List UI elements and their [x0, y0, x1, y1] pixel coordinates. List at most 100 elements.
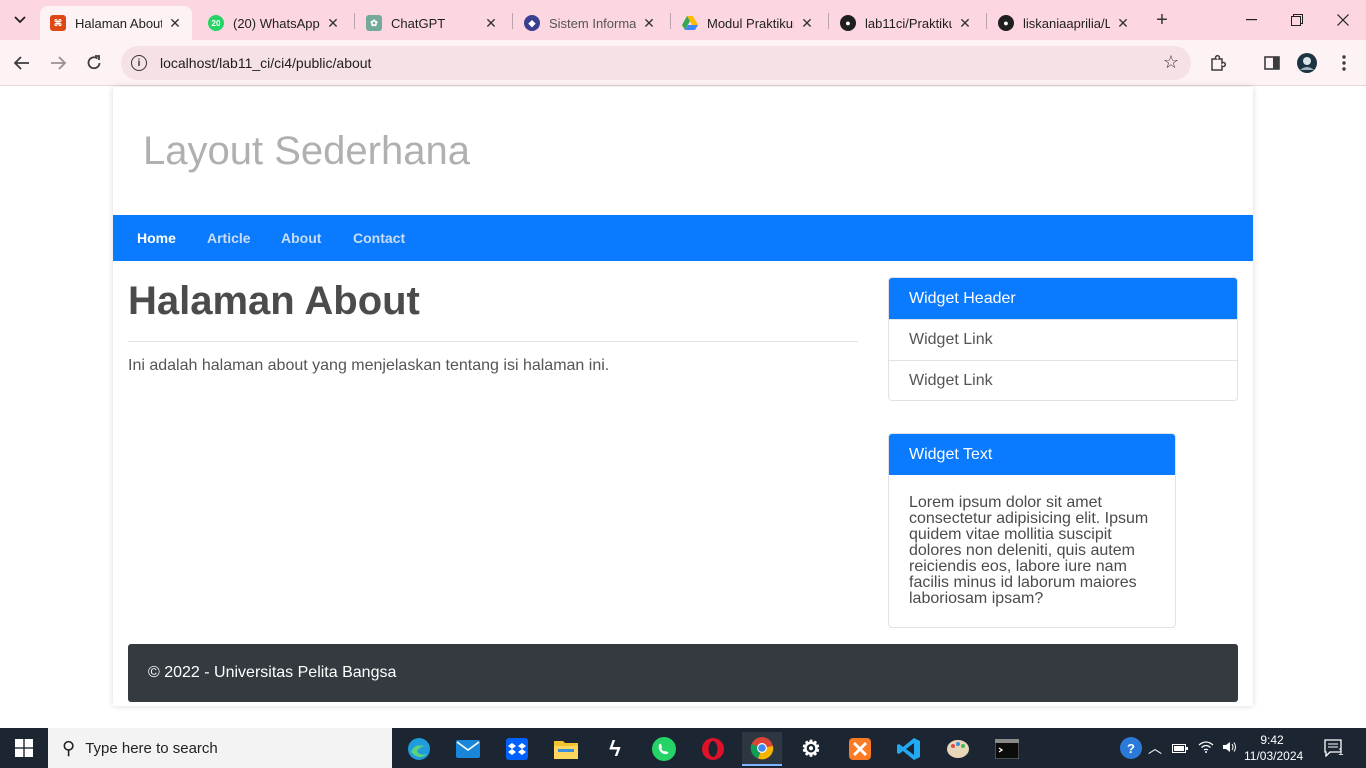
- site-title: Layout Sederhana: [143, 129, 470, 173]
- close-tab-icon[interactable]: ✕: [326, 15, 340, 32]
- sublime-lightning-icon[interactable]: ϟ: [595, 732, 635, 766]
- tab-separator: [512, 13, 513, 29]
- edge-browser-icon[interactable]: [399, 732, 439, 766]
- page-heading: Halaman About: [128, 279, 420, 323]
- dropbox-icon[interactable]: [497, 732, 537, 766]
- clock-time: 9:42: [1260, 733, 1284, 747]
- system-clock[interactable]: 9:42 11/03/2024: [1244, 732, 1304, 764]
- tab-modul-praktikum[interactable]: Modul Praktikum ✕: [672, 6, 824, 40]
- chevron-up-icon[interactable]: ︿: [1148, 738, 1162, 758]
- close-window-icon[interactable]: [1320, 0, 1366, 40]
- widget-text-body: Lorem ipsum dolor sit amet consectetur a…: [909, 494, 1149, 607]
- main-navbar: Home Article About Contact: [113, 215, 1253, 261]
- wifi-icon[interactable]: [1198, 740, 1214, 756]
- notification-center-icon[interactable]: 1: [1324, 728, 1344, 768]
- opera-icon[interactable]: [693, 732, 733, 766]
- volume-icon[interactable]: [1222, 741, 1238, 756]
- side-panel-icon[interactable]: [1261, 52, 1283, 74]
- tab-liskaniaaprilia[interactable]: ● liskaniaaprilia/La ✕: [988, 6, 1140, 40]
- tab-sistem-informasi[interactable]: ◆ Sistem Informasi ✕: [514, 6, 666, 40]
- widget-link[interactable]: Widget Link: [889, 319, 1237, 360]
- tab-separator: [828, 13, 829, 29]
- file-explorer-icon[interactable]: [546, 732, 586, 766]
- url-text: localhost/lab11_ci/ci4/public/about: [160, 55, 372, 71]
- widget-links-box: Widget Header Widget Link Widget Link: [888, 277, 1238, 401]
- terminal-icon[interactable]: [987, 732, 1027, 766]
- new-tab-plus-icon[interactable]: +: [1150, 8, 1174, 32]
- help-icon[interactable]: ?: [1120, 737, 1142, 759]
- site-info-icon[interactable]: i: [131, 55, 147, 71]
- clock-date: 11/03/2024: [1244, 749, 1304, 763]
- extensions-puzzle-icon[interactable]: [1207, 52, 1229, 74]
- tab-title: Modul Praktikum: [707, 15, 794, 31]
- page-viewport: Layout Sederhana Home Article About Cont…: [0, 87, 1366, 728]
- tab-title: Halaman About: [75, 15, 162, 31]
- widget-text-box: Widget Text Lorem ipsum dolor sit amet c…: [888, 433, 1176, 628]
- whatsapp-icon: 20: [208, 15, 224, 31]
- heading-divider: [128, 341, 858, 342]
- site-header: Layout Sederhana: [113, 87, 1253, 215]
- nav-contact-link[interactable]: Contact: [353, 230, 405, 246]
- codeigniter-icon: ⌘: [50, 15, 66, 31]
- vscode-icon[interactable]: [889, 732, 929, 766]
- tab-halaman-about[interactable]: ⌘ Halaman About ✕: [40, 6, 192, 40]
- widget-link[interactable]: Widget Link: [889, 360, 1237, 400]
- tab-title: ChatGPT: [391, 15, 446, 31]
- tab-title: (20) WhatsApp: [233, 15, 320, 31]
- chrome-icon[interactable]: [742, 732, 782, 766]
- close-tab-icon[interactable]: ✕: [168, 15, 182, 32]
- close-tab-icon[interactable]: ✕: [484, 15, 498, 32]
- search-icon: ⚲: [62, 737, 76, 758]
- system-tray: ? ︿: [1120, 728, 1238, 768]
- close-tab-icon[interactable]: ✕: [1116, 15, 1130, 32]
- forward-arrow-icon[interactable]: [44, 49, 72, 77]
- back-arrow-icon[interactable]: [8, 49, 36, 77]
- kebab-menu-icon[interactable]: [1333, 52, 1355, 74]
- tab-separator: [986, 13, 987, 29]
- github-icon: ●: [998, 15, 1014, 31]
- widget-header: Widget Header: [889, 278, 1237, 319]
- nav-article-link[interactable]: Article: [207, 230, 251, 246]
- close-tab-icon[interactable]: ✕: [642, 15, 656, 32]
- nav-about-link[interactable]: About: [281, 230, 321, 246]
- chatgpt-icon: ✿: [366, 15, 382, 31]
- browser-tab-bar: ⌘ Halaman About ✕ 20 (20) WhatsApp ✕ ✿ C…: [0, 0, 1366, 40]
- google-drive-icon: [682, 15, 698, 31]
- taskbar-search-box[interactable]: ⚲ Type here to search: [48, 728, 392, 768]
- windows-taskbar: ⚲ Type here to search ϟ ⚙ ? ︿ 9:42 11/03…: [0, 728, 1366, 768]
- widget-text-header: Widget Text: [889, 434, 1175, 475]
- mail-icon[interactable]: [448, 732, 488, 766]
- notification-count: 1: [1338, 746, 1344, 758]
- close-tab-icon[interactable]: ✕: [800, 15, 814, 32]
- nav-home-link[interactable]: Home: [137, 230, 176, 246]
- page-body-text: Ini adalah halaman about yang menjelaska…: [128, 357, 610, 374]
- tab-separator: [670, 13, 671, 29]
- settings-gear-icon[interactable]: ⚙: [791, 732, 831, 766]
- browser-toolbar: i localhost/lab11_ci/ci4/public/about ☆: [0, 40, 1366, 86]
- university-icon: ◆: [524, 15, 540, 31]
- minimize-icon[interactable]: [1228, 0, 1274, 40]
- tab-title: Sistem Informasi: [549, 15, 636, 31]
- site-footer: © 2022 - Universitas Pelita Bangsa: [128, 644, 1238, 702]
- tab-search-chevron-icon[interactable]: [6, 6, 34, 34]
- restore-icon[interactable]: [1274, 0, 1320, 40]
- paint-palette-icon[interactable]: [938, 732, 978, 766]
- xampp-icon[interactable]: [840, 732, 880, 766]
- windows-start-icon[interactable]: [0, 728, 48, 768]
- github-icon: ●: [840, 15, 856, 31]
- bookmark-star-icon[interactable]: ☆: [1163, 52, 1179, 73]
- taskbar-search-placeholder: Type here to search: [85, 739, 218, 757]
- tab-title: liskaniaaprilia/La: [1023, 15, 1110, 31]
- battery-icon[interactable]: [1172, 741, 1188, 756]
- tab-title: lab11ci/Praktikum: [865, 15, 952, 31]
- tab-separator: [354, 13, 355, 29]
- page-container: Layout Sederhana Home Article About Cont…: [113, 87, 1253, 706]
- whatsapp-icon[interactable]: [644, 732, 684, 766]
- close-tab-icon[interactable]: ✕: [958, 15, 972, 32]
- profile-avatar[interactable]: [1296, 52, 1318, 74]
- address-bar[interactable]: i localhost/lab11_ci/ci4/public/about ☆: [121, 46, 1191, 80]
- tab-chatgpt[interactable]: ✿ ChatGPT ✕: [356, 6, 508, 40]
- reload-icon[interactable]: [80, 49, 108, 77]
- tab-lab11ci-praktikum[interactable]: ● lab11ci/Praktikum ✕: [830, 6, 982, 40]
- tab-whatsapp[interactable]: 20 (20) WhatsApp ✕: [198, 6, 350, 40]
